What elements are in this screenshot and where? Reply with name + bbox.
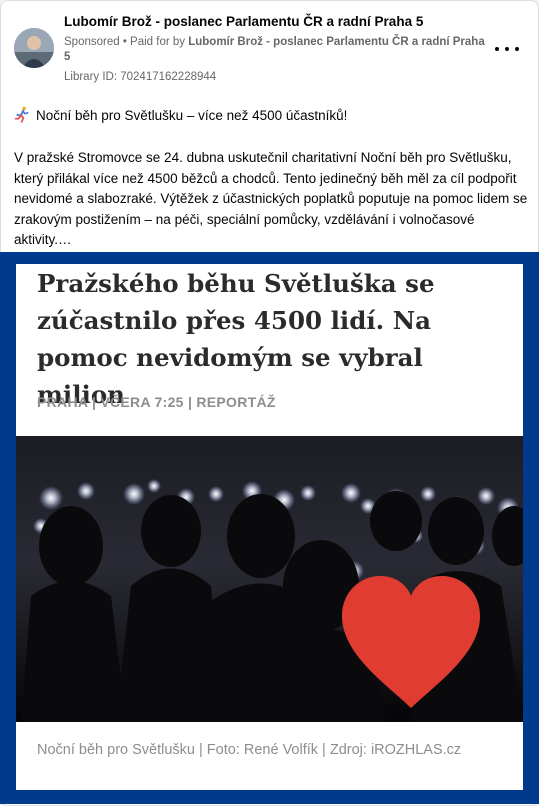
article-kicker: PRAHA | VČERA 7:25 | REPORTÁŽ xyxy=(37,394,276,410)
paid-for-prefix: • Paid for by xyxy=(119,36,189,48)
post-title-text: Noční běh pro Světlušku – více než 4500 … xyxy=(36,108,348,123)
author-avatar[interactable] xyxy=(14,28,54,68)
runner-emoji-icon xyxy=(14,106,29,123)
author-name[interactable]: Lubomír Brož - poslanec Parlamentu ČR a … xyxy=(64,14,423,29)
post-title-line: Noční běh pro Světlušku – více než 4500 … xyxy=(14,106,347,123)
photo-caption: Noční běh pro Světlušku | Foto: René Vol… xyxy=(37,742,462,758)
article-photo xyxy=(16,436,523,722)
post-body-text: V pražské Stromovce se 24. dubna uskuteč… xyxy=(14,150,528,247)
article-headline: Pražského běhu Světluška se zúčastnilo p… xyxy=(37,269,435,409)
post-header: Lubomír Brož - poslanec Parlamentu ČR a … xyxy=(1,1,538,93)
sponsor-meta: Sponsored • Paid for by Lubomír Brož - p… xyxy=(64,35,489,65)
library-id: Library ID: 702417162228944 xyxy=(64,71,217,83)
sponsored-label: Sponsored xyxy=(64,36,120,48)
more-options-icon[interactable] xyxy=(495,41,519,57)
